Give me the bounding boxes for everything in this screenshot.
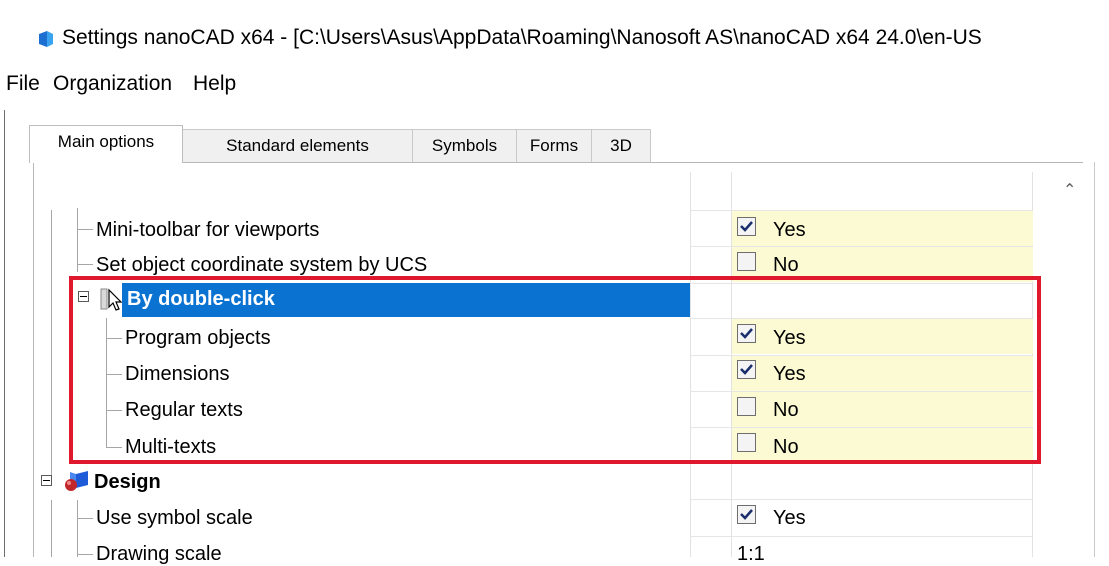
tree-guide: [51, 210, 52, 485]
title-bar: Settings nanoCAD x64 - [C:\Users\Asus\Ap…: [0, 0, 1109, 60]
tree-guide: [51, 500, 52, 557]
row-label-mini-toolbar: Mini-toolbar for viewports: [96, 219, 320, 241]
design-icon: [65, 471, 88, 491]
highlight-frame: [69, 276, 1041, 464]
tab-standard-elements[interactable]: Standard elements: [182, 129, 413, 162]
tree-guide: [77, 264, 93, 265]
menu-organization[interactable]: Organization: [53, 72, 172, 96]
row-divider: [690, 536, 1032, 537]
tab-main-options[interactable]: Main options: [29, 125, 183, 163]
value-text[interactable]: 1:1: [737, 543, 765, 566]
row-label-drawing-scale: Drawing scale: [96, 543, 222, 565]
menu-help[interactable]: Help: [193, 72, 236, 96]
row-label-set-ucs: Set object coordinate system by UCS: [96, 254, 428, 276]
tree-guide: [77, 208, 78, 272]
tab-forms[interactable]: Forms: [516, 129, 592, 162]
tree-guide: [77, 518, 93, 519]
nanocad-logo-icon: [39, 31, 53, 47]
value-text: Yes: [773, 219, 806, 241]
tab-symbols[interactable]: Symbols: [412, 129, 517, 162]
tree-guide: [77, 229, 93, 230]
value-text: No: [773, 254, 799, 276]
group-label-design: Design: [94, 471, 161, 493]
window-left-border: [4, 110, 5, 557]
window-title: Settings nanoCAD x64 - [C:\Users\Asus\Ap…: [62, 26, 982, 49]
panel-right-border: [1094, 162, 1095, 557]
checkbox-set-ucs[interactable]: [737, 252, 756, 271]
chevron-up-icon[interactable]: ⌃: [1063, 180, 1076, 200]
tree-guide: [77, 554, 93, 555]
tab-3d[interactable]: 3D: [591, 129, 651, 162]
row-divider: [690, 499, 1032, 500]
checkbox-use-symbol-scale[interactable]: [737, 505, 756, 524]
tree-guide: [77, 500, 78, 557]
value-text: Yes: [773, 507, 806, 529]
collapse-icon[interactable]: [41, 475, 52, 486]
checkbox-mini-toolbar[interactable]: [737, 217, 756, 236]
row-label-use-symbol-scale: Use symbol scale: [96, 507, 253, 529]
menu-file[interactable]: File: [6, 72, 40, 96]
vertical-scrollbar[interactable]: [1047, 163, 1083, 557]
